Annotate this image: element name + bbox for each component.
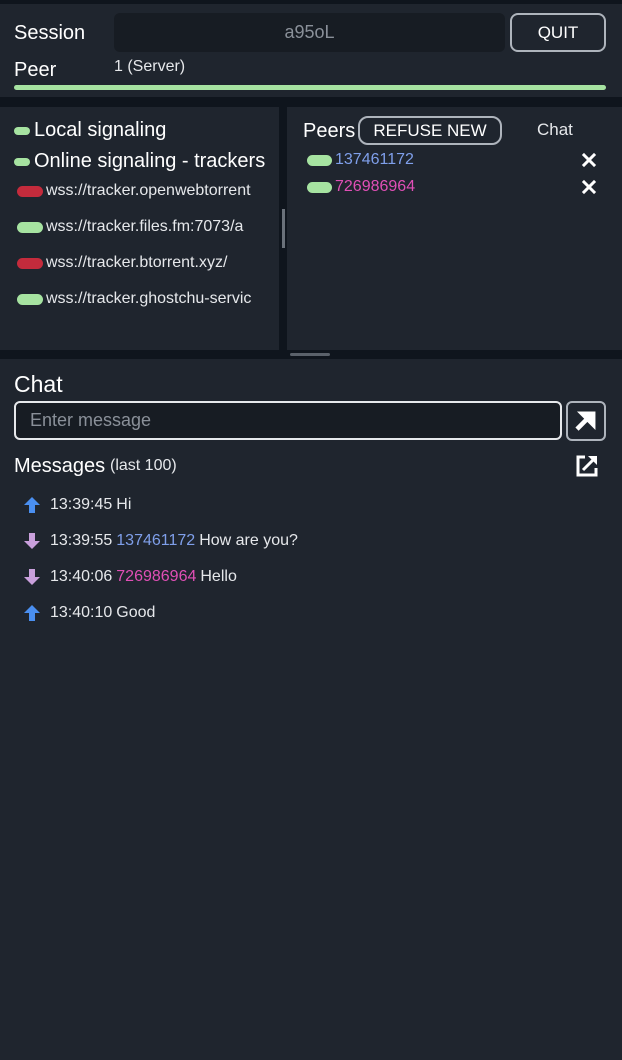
message-sender: 137461172 [116, 532, 196, 549]
tracker-item: wss://tracker.ghostchu-servic [17, 290, 251, 308]
tracker-status-indicator [17, 221, 43, 233]
peers-panel: Peers REFUSE NEW Chat 137461172 72698696… [287, 107, 622, 350]
tracker-status-indicator [17, 257, 43, 269]
peer-progress-bar [14, 85, 606, 90]
refuse-new-button[interactable]: REFUSE NEW [358, 116, 502, 145]
peer-label: Peer [14, 59, 57, 81]
arrow-up-icon [24, 605, 40, 621]
message-text: Good [116, 604, 156, 621]
peer-count: 1 (Server) [114, 58, 186, 75]
tracker-url: wss://tracker.btorrent.xyz/ [46, 254, 228, 271]
peer-id: 726986964 [335, 178, 416, 195]
online-signaling-status-indicator [14, 157, 30, 166]
arrow-down-icon [24, 569, 40, 585]
tracker-url: wss://tracker.ghostchu-servic [46, 290, 252, 307]
messages-title: Messages [14, 455, 106, 477]
session-panel: Session a95oL QUIT Peer 1 (Server) [0, 4, 622, 97]
message-input[interactable] [14, 401, 562, 440]
peer-item: 726986964 [307, 177, 597, 197]
horizontal-resize-handle[interactable] [290, 353, 330, 356]
tracker-url: wss://tracker.files.fm:7073/a [46, 218, 244, 235]
peers-title: Peers [303, 120, 356, 142]
message-text: Hello [200, 568, 237, 585]
send-button[interactable] [566, 401, 606, 441]
online-signaling-label: Online signaling - trackers [34, 150, 266, 172]
peer-id: 137461172 [335, 151, 414, 168]
peer-item: 137461172 [307, 150, 597, 170]
message-time: 13:40:06 [50, 568, 113, 585]
local-signaling-status-indicator [14, 126, 30, 135]
arrow-down-icon [24, 533, 40, 549]
tracker-status-indicator [17, 185, 43, 197]
peer-status-indicator [307, 181, 332, 193]
peers-chat-header: Chat [537, 120, 573, 139]
messages-subtitle: (last 100) [110, 457, 177, 474]
peer-status-indicator [307, 154, 332, 166]
tracker-item: wss://tracker.openwebtorrent [17, 182, 251, 200]
message-text: Hi [116, 496, 132, 513]
message-item: 13:40:10 Good [22, 603, 155, 623]
tracker-url: wss://tracker.openwebtorrent [46, 182, 251, 199]
tracker-item: wss://tracker.files.fm:7073/a [17, 218, 243, 236]
close-icon[interactable] [581, 179, 597, 195]
message-sender: 726986964 [116, 568, 197, 585]
session-id-field[interactable]: a95oL [114, 13, 505, 52]
local-signaling-label: Local signaling [34, 119, 167, 141]
close-icon[interactable] [581, 152, 597, 168]
local-signaling-row: Local signaling [14, 119, 166, 142]
online-signaling-row: Online signaling - trackers [14, 150, 265, 173]
external-link-icon[interactable] [574, 453, 600, 479]
chat-panel: Chat Messages (last 100) 13:39:45 Hi 13:… [0, 359, 622, 1060]
message-time: 13:39:45 [50, 496, 113, 513]
signaling-panel: Local signaling Online signaling - track… [0, 107, 279, 350]
message-item: 13:40:06 726986964 Hello [22, 567, 237, 587]
message-text: How are you? [199, 532, 298, 549]
tracker-item: wss://tracker.btorrent.xyz/ [17, 254, 227, 272]
arrow-up-icon [24, 497, 40, 513]
session-label: Session [14, 22, 86, 44]
message-time: 13:39:55 [50, 532, 113, 549]
peer-progress-fill [14, 85, 606, 90]
arrow-up-right-icon [575, 411, 596, 431]
chat-title: Chat [14, 371, 63, 397]
vertical-resize-handle[interactable] [282, 209, 285, 248]
quit-button[interactable]: QUIT [510, 13, 606, 52]
tracker-status-indicator [17, 293, 43, 305]
message-time: 13:40:10 [50, 604, 113, 621]
message-item: 13:39:55 137461172 How are you? [22, 531, 298, 551]
message-item: 13:39:45 Hi [22, 495, 131, 515]
